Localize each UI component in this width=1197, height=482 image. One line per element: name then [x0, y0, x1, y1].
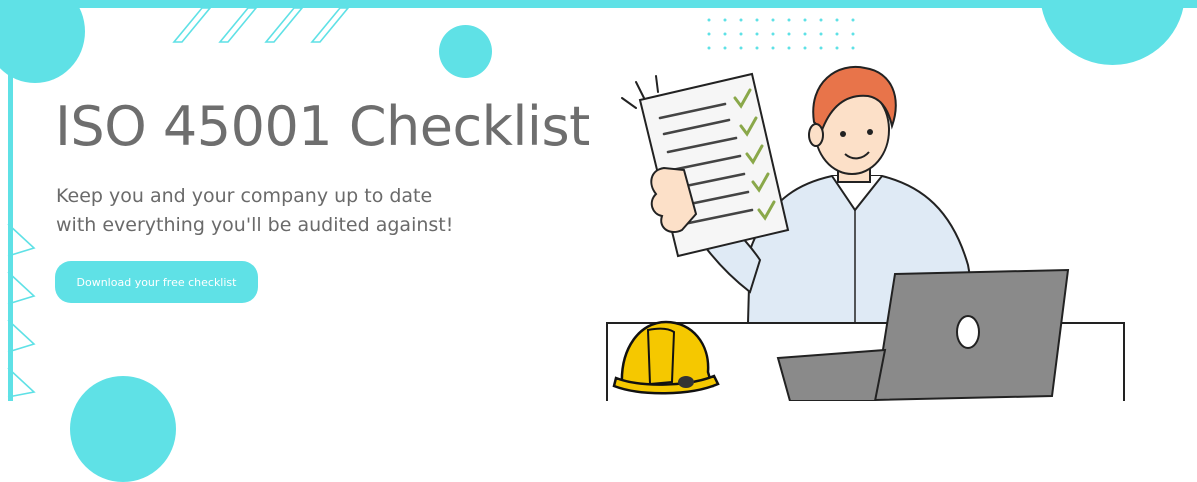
person-head	[808, 66, 897, 183]
subtitle-line-1: Keep you and your company up to date	[56, 185, 433, 207]
page-title: ISO 45001 Checklist	[55, 95, 590, 158]
subtitle-line-2: with everything you'll be audited agains…	[56, 214, 454, 236]
slash-pattern	[172, 7, 350, 43]
top-border	[0, 0, 1197, 8]
person-with-checklist-illustration	[606, 66, 1125, 401]
subtitle: Keep you and your company up to date wit…	[56, 182, 526, 240]
checklist-icon	[621, 72, 790, 258]
corner-circle-top-left	[0, 0, 85, 83]
chevron-pattern	[7, 223, 36, 398]
dot-grid-pattern	[707, 18, 855, 50]
corner-circle-top-right	[1040, 0, 1185, 65]
small-circle	[439, 25, 492, 78]
corner-circle-bottom-left	[70, 376, 176, 482]
download-checklist-button[interactable]: Download your free checklist	[55, 261, 258, 303]
